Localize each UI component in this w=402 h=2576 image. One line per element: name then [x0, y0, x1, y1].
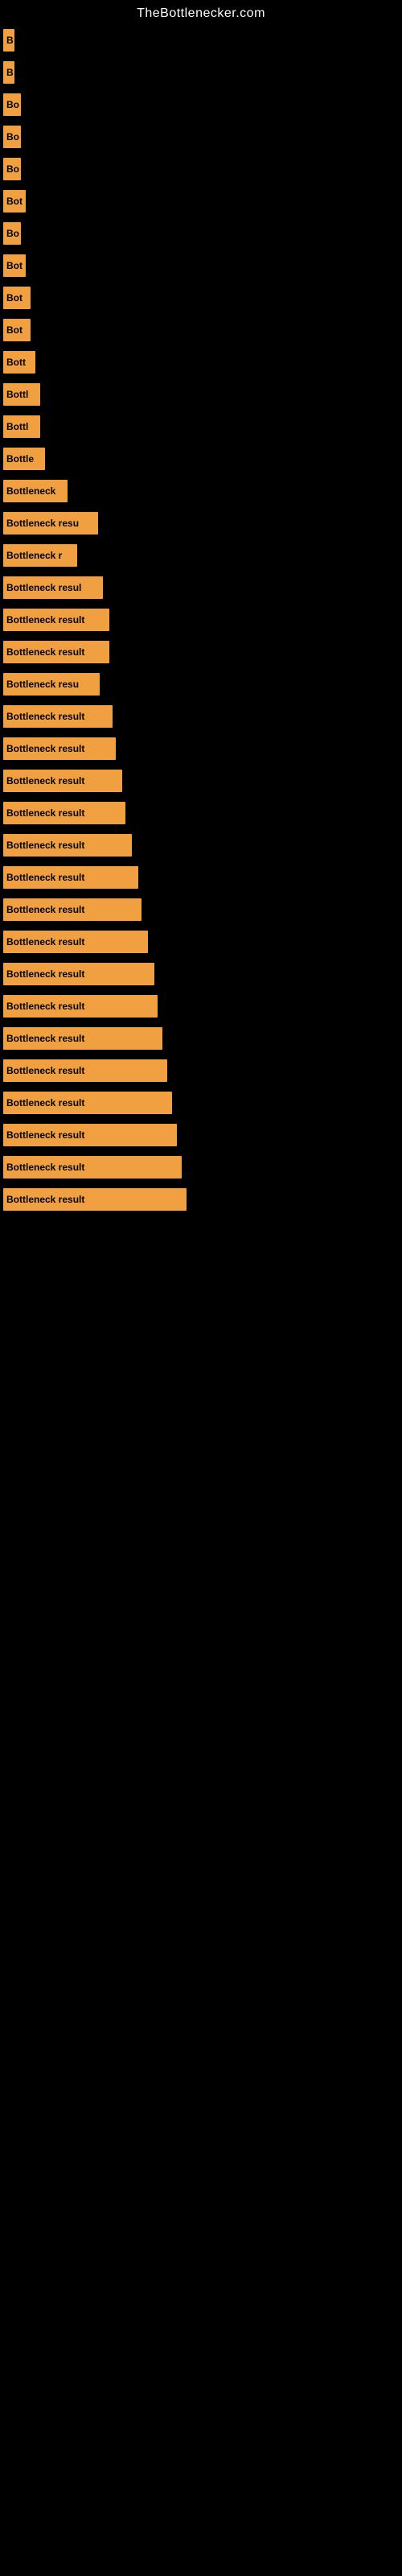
bar-item: Bot: [3, 287, 31, 309]
bar-row: Bottleneck r: [0, 539, 402, 572]
bar-item: Bottl: [3, 415, 40, 438]
bar-row: Bottleneck result: [0, 990, 402, 1022]
bar-item: Bottleneck r: [3, 544, 77, 567]
bar-item: Bott: [3, 351, 35, 374]
bar-item: Bottleneck result: [3, 995, 158, 1018]
bar-row: Bottleneck result: [0, 829, 402, 861]
bar-row: Bottleneck result: [0, 958, 402, 990]
bar-item: B: [3, 29, 14, 52]
bar-item: Bottleneck resu: [3, 673, 100, 696]
bars-container: BB Bo Bo Bo Bot Bo Bot Bot Bot Bott Bottl Bottl Bott…: [0, 24, 402, 1216]
bar-item: Bo: [3, 93, 21, 116]
bar-row: Bottleneck result: [0, 1087, 402, 1119]
bar-item: Bottleneck result: [3, 641, 109, 663]
bar-row: Bottleneck: [0, 475, 402, 507]
bar-row: Bottleneck result: [0, 733, 402, 765]
bar-item: Bo: [3, 158, 21, 180]
bar-item: Bottleneck result: [3, 1188, 187, 1211]
bar-row: Bottl: [0, 378, 402, 411]
bar-item: Bottleneck result: [3, 1059, 167, 1082]
bar-item: Bottleneck result: [3, 963, 154, 985]
bar-row: Bottleneck resu: [0, 507, 402, 539]
bar-item: Bottleneck resul: [3, 576, 103, 599]
bar-item: Bottleneck result: [3, 770, 122, 792]
bar-item: Bottleneck: [3, 480, 68, 502]
bar-row: Bo: [0, 121, 402, 153]
bar-row: Bottleneck result: [0, 1119, 402, 1151]
bar-item: Bottleneck result: [3, 834, 132, 857]
bar-row: Bot: [0, 314, 402, 346]
bar-item: Bot: [3, 319, 31, 341]
bar-row: Bottleneck result: [0, 1151, 402, 1183]
bar-row: B: [0, 56, 402, 89]
bar-row: B: [0, 24, 402, 56]
bar-item: Bottl: [3, 383, 40, 406]
bar-row: Bottleneck resul: [0, 572, 402, 604]
bar-row: Bottleneck result: [0, 765, 402, 797]
bar-row: Bottleneck result: [0, 894, 402, 926]
bar-item: Bottleneck result: [3, 1156, 182, 1179]
bar-row: Bott: [0, 346, 402, 378]
bar-row: Bottleneck result: [0, 700, 402, 733]
bar-row: Bo: [0, 89, 402, 121]
bar-row: Bo: [0, 153, 402, 185]
bar-row: Bottleneck result: [0, 604, 402, 636]
bar-item: Bo: [3, 222, 21, 245]
bar-item: Bot: [3, 190, 26, 213]
bar-row: Bottleneck result: [0, 1055, 402, 1087]
bar-row: Bot: [0, 282, 402, 314]
bar-row: Bot: [0, 250, 402, 282]
bar-item: B: [3, 61, 14, 84]
bar-row: Bottleneck result: [0, 861, 402, 894]
bar-item: Bottleneck result: [3, 802, 125, 824]
bar-item: Bot: [3, 254, 26, 277]
bar-item: Bottleneck result: [3, 737, 116, 760]
bar-item: Bo: [3, 126, 21, 148]
bar-item: Bottleneck result: [3, 1027, 162, 1050]
site-title: TheBottlenecker.com: [0, 0, 402, 24]
bar-row: Bottleneck result: [0, 797, 402, 829]
bar-item: Bottleneck result: [3, 1092, 172, 1114]
bar-row: Bottl: [0, 411, 402, 443]
bar-item: Bottleneck result: [3, 1124, 177, 1146]
bar-row: Bottleneck result: [0, 636, 402, 668]
bar-row: Bottleneck result: [0, 926, 402, 958]
bar-row: Bot: [0, 185, 402, 217]
bar-row: Bottleneck resu: [0, 668, 402, 700]
bar-row: Bottle: [0, 443, 402, 475]
bar-item: Bottleneck result: [3, 931, 148, 953]
bar-item: Bottleneck resu: [3, 512, 98, 535]
bar-row: Bo: [0, 217, 402, 250]
bar-item: Bottleneck result: [3, 705, 113, 728]
bar-item: Bottle: [3, 448, 45, 470]
bar-item: Bottleneck result: [3, 609, 109, 631]
bar-row: Bottleneck result: [0, 1022, 402, 1055]
bar-row: Bottleneck result: [0, 1183, 402, 1216]
bar-item: Bottleneck result: [3, 898, 142, 921]
bar-item: Bottleneck result: [3, 866, 138, 889]
